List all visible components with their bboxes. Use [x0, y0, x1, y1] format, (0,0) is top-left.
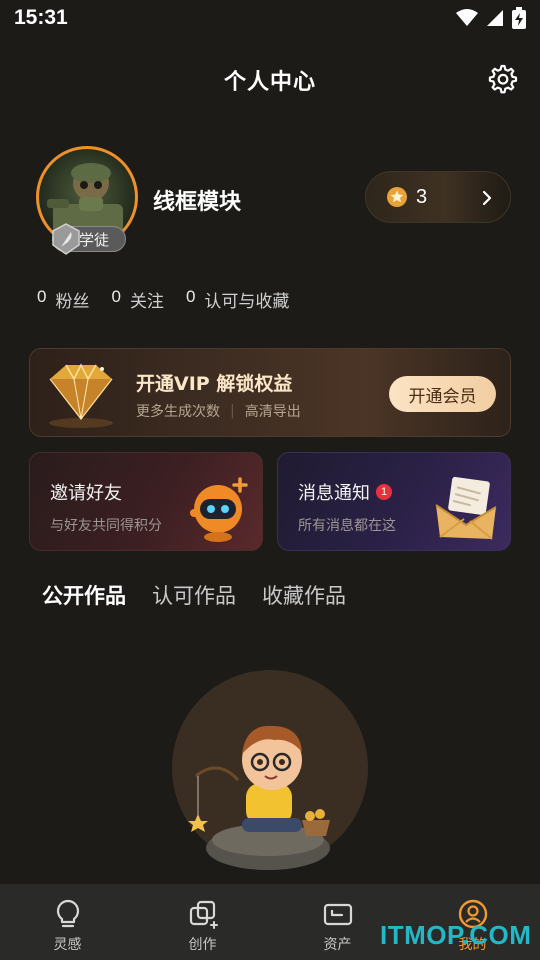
gear-icon[interactable] [488, 64, 518, 94]
vip-benefit: 更多生成次数 [136, 404, 220, 420]
status-time: 15:31 [14, 6, 68, 29]
stat-label: 粉丝 [55, 292, 90, 312]
rank-label: 学徒 [79, 230, 110, 249]
card-title-text: 消息通知 [298, 483, 370, 504]
robot-icon [190, 477, 248, 542]
header: 个人中心 [0, 56, 540, 104]
chevron-right-icon [482, 190, 492, 206]
card-title: 邀请好友 [50, 479, 122, 505]
card-title: 消息通知 1 [298, 479, 392, 505]
notifications-card[interactable]: 消息通知 1 所有消息都在这 [277, 452, 511, 551]
tab-approved-works[interactable]: 认可作品 [152, 580, 236, 610]
status-icons [456, 7, 526, 29]
envelope-icon [435, 476, 497, 540]
diamond-icon [49, 363, 113, 428]
wifi-icon [456, 9, 478, 26]
empty-state-illustration [172, 670, 368, 870]
rank-badge: 学徒 [52, 223, 126, 255]
open-vip-button[interactable]: 开通会员 [389, 376, 496, 412]
works-tabs: 公开作品 认可作品 收藏作品 [42, 580, 346, 610]
stat-following[interactable]: 0 关注 [111, 287, 163, 312]
lightbulb-icon [56, 899, 79, 928]
stat-label: 认可与收藏 [204, 292, 290, 312]
status-bar: 15:31 [0, 0, 540, 36]
feather-badge-icon [52, 223, 80, 255]
card-subtitle: 所有消息都在这 [298, 518, 396, 534]
stat-fans[interactable]: 0 粉丝 [37, 287, 89, 312]
profile-stats: 0 粉丝 0 关注 0 认可与收藏 [37, 287, 289, 312]
tab-collected-works[interactable]: 收藏作品 [262, 580, 346, 610]
nav-create[interactable]: 创作 [135, 884, 270, 960]
vip-title: 开通VIP 解锁权益 [136, 373, 293, 395]
stat-likes-collections[interactable]: 0 认可与收藏 [186, 287, 289, 312]
nav-label: 创作 [188, 937, 217, 953]
coin-star-icon [387, 187, 407, 207]
coin-count: 3 [416, 185, 428, 208]
stat-count: 0 [185, 287, 196, 306]
stat-label: 关注 [129, 292, 164, 312]
nav-inspiration[interactable]: 灵感 [0, 884, 135, 960]
card-subtitle: 与好友共同得积分 [50, 518, 162, 534]
vip-banner[interactable]: 开通VIP 解锁权益 更多生成次数 | 高清导出 开通会员 [29, 348, 511, 437]
signal-icon [487, 10, 503, 26]
battery-charging-icon [512, 7, 526, 29]
profile-section: 学徒 线框模块 3 [36, 146, 516, 256]
card-title-text: 邀请好友 [50, 483, 122, 504]
nav-label: 资产 [323, 937, 352, 953]
wallet-icon [323, 903, 352, 926]
create-icon [189, 900, 218, 929]
notification-badge: 1 [376, 484, 392, 500]
invite-friends-card[interactable]: 邀请好友 与好友共同得积分 [29, 452, 263, 551]
stat-count: 0 [37, 287, 47, 306]
watermark: ITMOP.COM [380, 920, 532, 950]
coin-balance-button[interactable]: 3 [365, 171, 511, 223]
vip-benefit-separator: | [230, 403, 235, 419]
page-title: 个人中心 [223, 70, 316, 95]
username: 线框模块 [153, 190, 242, 215]
nav-label: 灵感 [53, 937, 82, 953]
vip-benefit: 高清导出 [244, 404, 301, 420]
tab-public-works[interactable]: 公开作品 [42, 580, 126, 610]
vip-benefits: 更多生成次数 | 高清导出 [136, 401, 301, 421]
stat-count: 0 [111, 287, 121, 306]
